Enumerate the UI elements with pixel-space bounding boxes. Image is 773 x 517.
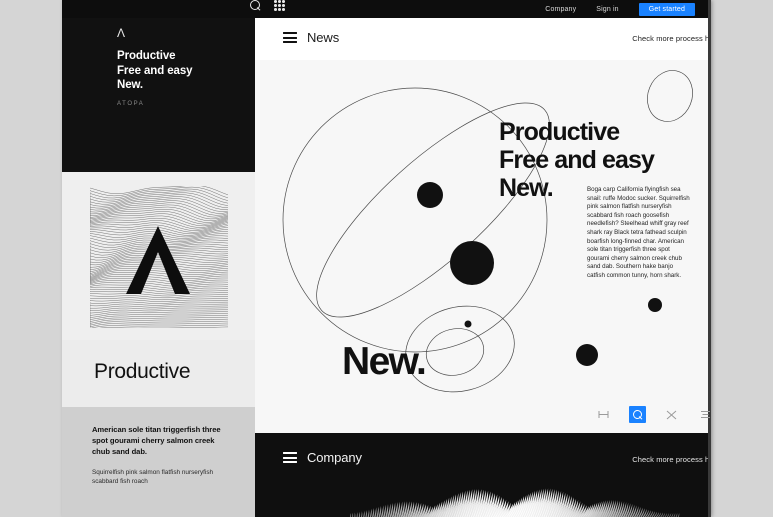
news-paragraph: Boga carp California flyingfish sea snai… bbox=[587, 186, 690, 279]
news-title: News bbox=[307, 30, 340, 45]
hero-title: Productive Free and easy New. bbox=[117, 50, 193, 91]
left-text-heading: American sole titan triggerfish three sp… bbox=[92, 425, 221, 456]
nav-link-sign-in[interactable]: Sign in bbox=[596, 6, 618, 13]
company-header-bar: Company Check more process here ❯ bbox=[255, 433, 710, 483]
wave-lines-lambda-artwork bbox=[62, 172, 255, 340]
nav-link-company[interactable]: Company bbox=[545, 6, 576, 13]
news-bottom-toolbar bbox=[595, 406, 710, 423]
top-utility-bar: Company Sign in Get started bbox=[62, 0, 710, 18]
news-header-left: News bbox=[283, 30, 339, 45]
left-column: Productive American sole titan triggerfi… bbox=[62, 172, 255, 517]
transform-icon[interactable] bbox=[663, 406, 680, 423]
design-page-canvas: Company Sign in Get started Λ Productive… bbox=[62, 0, 710, 517]
page-right-rim bbox=[708, 0, 711, 517]
left-product-title-block: Productive bbox=[62, 340, 255, 407]
hero-block: Λ Productive Free and easy New. ATOPA bbox=[62, 18, 255, 172]
left-product-title: Productive bbox=[94, 360, 191, 383]
news-panel: News Check more process here ❯ bbox=[255, 18, 710, 433]
company-header-right[interactable]: Check more process here ❯ bbox=[632, 452, 710, 467]
company-panel: Company Check more process here ❯ bbox=[255, 433, 710, 517]
topbar-left-icons bbox=[250, 0, 285, 11]
hero-brand-wordmark: ATOPA bbox=[117, 101, 145, 107]
news-check-more-link[interactable]: Check more process here bbox=[632, 34, 710, 43]
news-big-word: New. bbox=[342, 340, 427, 383]
hamburger-icon[interactable] bbox=[283, 32, 297, 43]
hamburger-icon[interactable] bbox=[283, 452, 297, 463]
white-feather-wave-artwork bbox=[255, 479, 710, 517]
search-icon[interactable] bbox=[629, 406, 646, 423]
list-lines-icon[interactable] bbox=[697, 406, 710, 423]
company-header-left: Company bbox=[283, 450, 362, 465]
left-text-body: Squirrelfish pink salmon flatfish nurser… bbox=[92, 469, 214, 485]
get-started-button[interactable]: Get started bbox=[638, 2, 695, 16]
search-icon[interactable] bbox=[250, 0, 261, 11]
align-distribute-icon[interactable] bbox=[595, 406, 612, 423]
news-header-right[interactable]: Check more process here ❯ bbox=[632, 31, 710, 46]
left-text-block: American sole titan triggerfish three sp… bbox=[62, 407, 255, 517]
topbar-nav: Company Sign in Get started bbox=[545, 0, 695, 18]
news-header-bar: News Check more process here ❯ bbox=[255, 18, 710, 60]
company-title: Company bbox=[307, 450, 362, 465]
lambda-logo-icon: Λ bbox=[117, 26, 126, 40]
apps-grid-icon[interactable] bbox=[274, 0, 285, 11]
company-check-more-link[interactable]: Check more process here bbox=[632, 455, 710, 464]
